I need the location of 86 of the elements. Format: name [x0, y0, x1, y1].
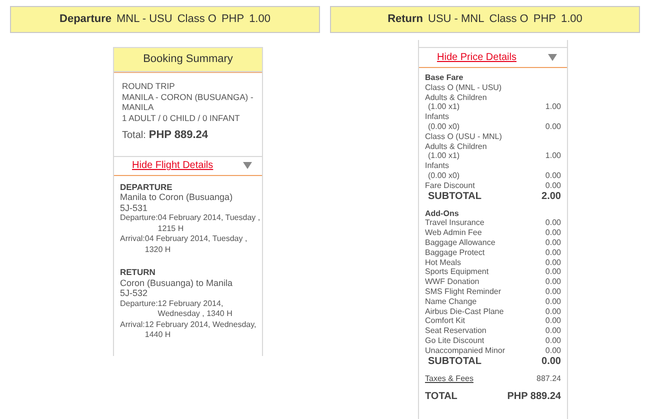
- summary-line: ROUND TRIP: [122, 81, 176, 92]
- flight-time-value: 04 February 2014, Tuesday , 1320 H: [144, 234, 248, 255]
- fare-item-label: Infants: [425, 112, 450, 122]
- flight-time-label: Departure:: [120, 213, 158, 224]
- amount-text: 887.24: [536, 374, 561, 384]
- fare-item-label: Seat Reservation: [425, 326, 486, 336]
- amount-text: PHP 889.24: [507, 391, 561, 404]
- flight-heading: DEPARTURE: [120, 182, 174, 192]
- summary-line: MANILA - CORON (BUSUANGA) - MANILA: [122, 92, 254, 112]
- amount-text: 0.00: [545, 218, 561, 228]
- hide-flight-details-link[interactable]: Hide Flight Details: [132, 158, 214, 173]
- amount-text: 0.00: [542, 356, 561, 368]
- flight-route: Manila to Coron (Busuanga) 5J-531: [120, 192, 234, 213]
- fare-class-text: Class O: [177, 12, 216, 28]
- fare-item-label: Web Admin Fee: [425, 228, 482, 238]
- flight-time-label: Arrival:: [120, 234, 145, 245]
- amount-text: 0.00: [545, 258, 561, 268]
- dropdown-triangle-icon[interactable]: [548, 54, 557, 61]
- fare-item-label: (0.00 x0): [428, 170, 460, 181]
- fare-item-label: Go Lite Discount: [425, 336, 484, 346]
- fare-item-label: Unaccompanied Minor: [425, 346, 506, 356]
- amount-text: 1.00: [545, 151, 561, 162]
- fare-item-label: (1.00 x1): [428, 102, 460, 112]
- amount-text: 1.00: [249, 12, 270, 28]
- amount-text: 0.00: [545, 277, 561, 287]
- direction-label: Departure: [60, 12, 112, 28]
- fare-item-label: Fare Discount: [425, 180, 475, 191]
- amount-text: 0.00: [545, 336, 561, 346]
- amount-text: 0.00: [545, 238, 561, 248]
- currency-text: PHP: [221, 12, 244, 28]
- amount-text: 0.00: [545, 346, 561, 356]
- panel-title: Booking Summary: [143, 52, 233, 68]
- fare-class-text: Class O: [489, 12, 528, 28]
- flight-heading: RETURN: [120, 267, 156, 278]
- amount-text: 0.00: [545, 228, 561, 238]
- total-value: PHP 889.24: [148, 130, 208, 140]
- fare-item-label: Class O (USU - MNL): [425, 132, 502, 142]
- fare-item-label: Baggage Protect: [425, 248, 485, 258]
- fare-item-label: (1.00 x1): [428, 151, 460, 162]
- subtotal-label: SUBTOTAL: [428, 190, 482, 203]
- flight-time-label: Departure:: [120, 298, 158, 310]
- amount-text: 2.00: [542, 190, 561, 203]
- fare-item-label: (0.00 x0): [428, 122, 460, 132]
- section-heading: Add-Ons: [425, 208, 459, 218]
- fare-item-label: Infants: [425, 161, 450, 171]
- fare-item-label: Name Change: [425, 296, 477, 307]
- taxes-fees-link[interactable]: Taxes & Fees: [425, 374, 474, 384]
- summary-line: 1 ADULT / 0 CHILD / 0 INFANT: [122, 112, 241, 123]
- fare-item-label: SMS Flight Reminder: [425, 286, 502, 297]
- amount-text: 0.00: [545, 326, 561, 336]
- amount-text: 0.00: [545, 316, 561, 326]
- amount-text: 1.00: [561, 12, 582, 28]
- total-label: TOTAL: [425, 391, 458, 404]
- fare-item-label: Baggage Allowance: [425, 238, 496, 248]
- flight-route: Coron (Busuanga) to Manila 5J-532: [120, 278, 234, 298]
- fare-item-label: WWF Donation: [425, 277, 480, 287]
- route-text: USU - MNL: [428, 12, 484, 28]
- fare-item-label: Hot Meals: [425, 258, 462, 268]
- fare-item-label: Adults & Children: [425, 142, 487, 152]
- subtotal-label: SUBTOTAL: [428, 356, 482, 368]
- amount-text: 0.00: [545, 267, 561, 278]
- section-heading: Base Fare: [425, 73, 464, 82]
- fare-item-label: Travel Insurance: [425, 218, 484, 228]
- fare-item-label: Sports Equipment: [425, 267, 489, 278]
- amount-text: 0.00: [545, 248, 561, 258]
- amount-text: 0.00: [545, 170, 561, 181]
- dropdown-triangle-icon[interactable]: [243, 162, 252, 169]
- amount-text: 0.00: [545, 122, 561, 132]
- flight-time-value: 04 February 2014, Tuesday , 1215 H: [158, 213, 262, 234]
- total-label: Total:: [122, 131, 146, 142]
- route-text: MNL - USU: [116, 12, 172, 28]
- amount-text: 0.00: [545, 306, 561, 316]
- fare-item-label: Airbus Die-Cast Plane: [425, 306, 504, 316]
- amount-text: 0.00: [545, 296, 561, 307]
- amount-text: 1.00: [545, 102, 561, 112]
- amount-text: 0.00: [545, 286, 561, 297]
- flight-time-value: 12 February 2014, Wednesday, 1440 H: [144, 320, 258, 340]
- amount-text: 0.00: [545, 180, 561, 191]
- flight-time-value: 12 February 2014, Wednesday , 1340 H: [158, 298, 234, 320]
- fare-item-label: Comfort Kit: [425, 316, 466, 326]
- currency-text: PHP: [533, 12, 556, 28]
- direction-label: Return: [388, 12, 424, 28]
- fare-item-label: Class O (MNL - USU): [425, 82, 502, 93]
- hide-price-details-link[interactable]: Hide Price Details: [437, 50, 516, 65]
- flight-time-label: Arrival:: [120, 320, 145, 330]
- fare-item-label: Adults & Children: [425, 92, 487, 102]
